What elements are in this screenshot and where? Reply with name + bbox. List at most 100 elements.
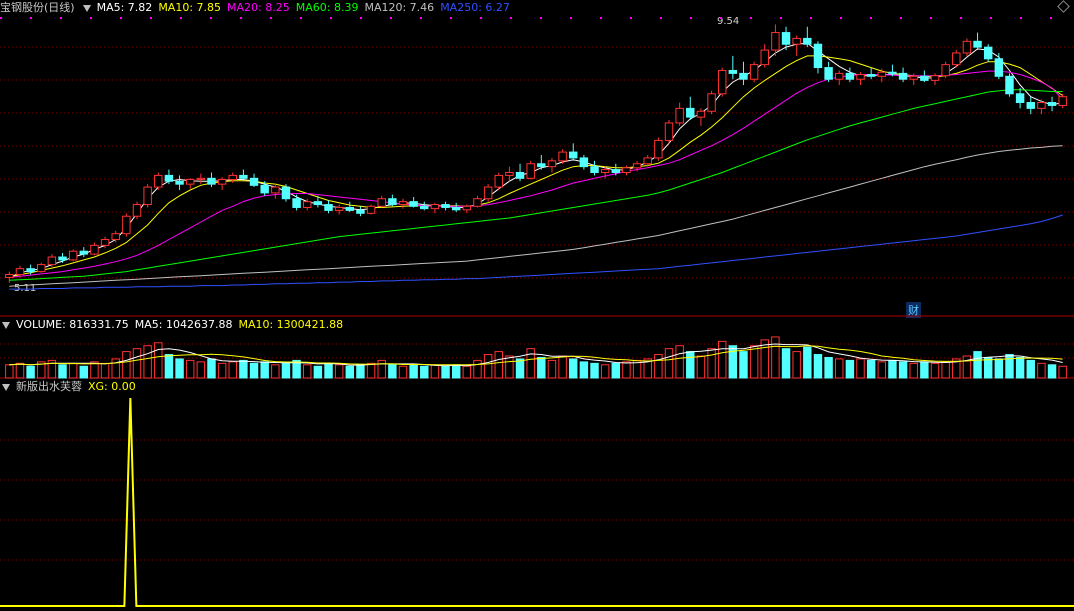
top-dot-marker	[0, 17, 2, 19]
candle-body	[983, 46, 993, 60]
volume-bar	[622, 361, 631, 379]
volume-bar	[409, 364, 418, 379]
volume-bar	[1005, 354, 1014, 379]
top-dot-marker	[120, 17, 122, 19]
volume-bar	[313, 365, 323, 379]
volume-bar	[451, 364, 461, 379]
candle-body	[941, 64, 950, 77]
top-dot-marker	[780, 17, 782, 19]
volume-bar	[813, 354, 823, 379]
volume-bar	[739, 351, 748, 379]
volume-bar	[462, 365, 472, 379]
top-dot-marker	[630, 17, 632, 19]
candle-body	[505, 171, 514, 176]
candle-body	[973, 40, 982, 48]
volume-bar	[696, 355, 706, 379]
volume-bar	[537, 356, 546, 379]
volume-bar	[866, 359, 876, 379]
volume-bar	[962, 355, 972, 379]
volume-bar	[483, 354, 493, 379]
candle-body	[664, 122, 674, 141]
candle-body	[260, 184, 269, 194]
volume-bar	[835, 358, 844, 379]
candle-body	[526, 163, 535, 179]
candle-body	[281, 186, 291, 200]
volume-bar	[420, 365, 429, 379]
volume-bar	[526, 348, 535, 379]
candle-body	[760, 49, 769, 66]
candle-body	[494, 174, 503, 188]
ma-line-ma10	[9, 55, 1063, 278]
candle-body	[824, 67, 833, 80]
candle-body	[675, 107, 684, 124]
volume-bar	[430, 364, 440, 379]
candle-body	[388, 198, 397, 206]
candle-body	[781, 32, 791, 45]
volume-bar	[228, 361, 237, 379]
volume-bar	[983, 356, 993, 379]
candle-body	[717, 69, 727, 95]
volume-bar	[781, 348, 791, 379]
candle-body	[579, 157, 589, 168]
candle-body	[1005, 75, 1014, 95]
candle-body	[154, 174, 163, 188]
candle-body	[207, 177, 216, 185]
volume-bar	[207, 358, 216, 379]
candle-body	[611, 169, 621, 173]
volume-bar	[260, 361, 269, 379]
top-dot-marker	[720, 17, 722, 19]
top-dot-marker	[180, 17, 182, 19]
volume-bar	[334, 364, 344, 379]
candle-body	[79, 250, 89, 255]
top-dot-marker	[870, 17, 872, 19]
candle-body	[1026, 102, 1035, 109]
xg-signal-line	[0, 397, 1074, 607]
volume-bar	[68, 362, 78, 379]
candle-body	[58, 256, 67, 261]
volume-bar	[579, 361, 589, 379]
candle-body	[5, 274, 14, 278]
volume-bar	[441, 365, 450, 379]
volume-bar	[909, 362, 918, 379]
volume-bar	[185, 359, 195, 379]
volume-bar	[569, 358, 578, 379]
volume-bar	[494, 351, 503, 379]
top-dot-marker	[60, 17, 62, 19]
top-dot-marker	[990, 17, 992, 19]
candle-body	[920, 75, 929, 81]
volume-bar	[1015, 356, 1025, 379]
candle-body	[47, 256, 57, 266]
volume-bar	[547, 359, 557, 379]
volume-bar	[58, 364, 67, 379]
candle-body	[441, 204, 450, 208]
candle-body	[952, 52, 961, 66]
candle-body	[324, 204, 333, 211]
top-dot-marker	[900, 17, 902, 19]
candle-body	[537, 163, 546, 168]
volume-bar	[611, 362, 621, 379]
volume-bar	[398, 365, 408, 379]
volume-bar	[324, 362, 333, 379]
volume-bar	[600, 364, 610, 379]
candle-body	[377, 198, 386, 207]
ma-line-ma20	[9, 70, 1064, 278]
candle-body	[877, 71, 887, 77]
candle-body	[845, 72, 855, 80]
volume-bar	[856, 358, 865, 379]
volume-bar	[930, 362, 940, 379]
candle-body	[185, 178, 195, 185]
volume-bar	[792, 351, 801, 379]
volume-bar	[473, 359, 482, 379]
candle-body	[994, 58, 1004, 77]
candle-body	[1015, 93, 1025, 104]
top-dot-marker	[450, 17, 452, 19]
volume-bar	[345, 365, 355, 379]
candle-body	[483, 186, 493, 200]
top-dot-marker	[270, 17, 272, 19]
candle-body	[686, 107, 695, 118]
volume-bar	[388, 364, 397, 379]
candle-body	[334, 206, 344, 211]
kline-chart[interactable]	[0, 0, 1074, 611]
candle-body	[632, 163, 642, 169]
top-dot-marker	[750, 17, 752, 19]
